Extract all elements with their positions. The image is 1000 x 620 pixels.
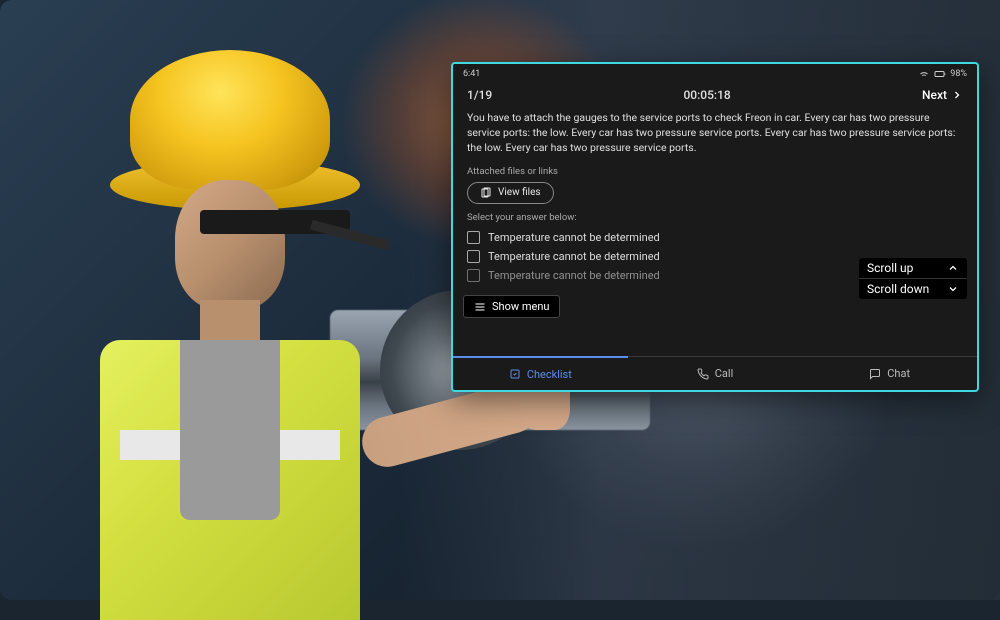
battery-icon (934, 68, 946, 80)
checklist-icon (509, 368, 521, 380)
attached-files-label: Attached files or links (467, 166, 963, 177)
step-progress: 1/19 (467, 88, 492, 102)
wifi-icon (918, 68, 930, 80)
chat-icon (869, 368, 881, 380)
tab-checklist[interactable]: Checklist (453, 356, 628, 390)
phone-icon (697, 368, 709, 380)
scroll-down-button[interactable]: Scroll down (859, 278, 967, 299)
answer-option-label: Temperature cannot be determined (488, 269, 660, 282)
answer-option-label: Temperature cannot be determined (488, 231, 660, 244)
scroll-down-label: Scroll down (867, 282, 929, 296)
elapsed-timer: 00:05:18 (683, 88, 730, 102)
tab-chat-label: Chat (887, 367, 910, 380)
show-menu-label: Show menu (492, 300, 549, 313)
tab-call-label: Call (715, 367, 734, 380)
view-files-button[interactable]: View files (467, 182, 554, 204)
scroll-hint: Scroll up Scroll down (859, 258, 967, 299)
topbar: 1/19 00:05:18 Next (453, 82, 977, 110)
status-bar: 6:41 98% (453, 64, 977, 82)
chevron-up-icon (947, 262, 959, 274)
checkbox-icon[interactable] (467, 269, 480, 282)
tab-call[interactable]: Call (628, 357, 803, 390)
checkbox-icon[interactable] (467, 231, 480, 244)
scroll-up-label: Scroll up (867, 261, 913, 275)
worker-head (175, 180, 285, 310)
instruction-text: You have to attach the gauges to the ser… (467, 110, 963, 156)
answer-section-label: Select your answer below: (467, 212, 963, 223)
next-button-label: Next (922, 88, 947, 102)
content-area: You have to attach the gauges to the ser… (453, 110, 977, 356)
chevron-down-icon (947, 283, 959, 295)
glasses-arm (310, 220, 390, 250)
files-icon (480, 187, 492, 199)
next-button[interactable]: Next (922, 88, 963, 102)
battery-pct: 98% (950, 69, 967, 79)
ar-overlay-panel: 6:41 98% 1/19 00:05:18 Next You have to … (451, 62, 979, 392)
worker-tshirt (180, 340, 280, 520)
hardhat (130, 50, 330, 190)
bottom-tab-bar: Checklist Call Chat (453, 356, 977, 390)
tab-chat[interactable]: Chat (802, 357, 977, 390)
menu-icon (474, 301, 486, 313)
chevron-right-icon (951, 89, 963, 101)
show-menu-button[interactable]: Show menu (463, 295, 560, 318)
worker-figure (30, 50, 410, 610)
answer-option-label: Temperature cannot be determined (488, 250, 660, 263)
checkbox-icon[interactable] (467, 250, 480, 263)
status-time: 6:41 (463, 69, 480, 79)
view-files-label: View files (498, 187, 541, 198)
tab-checklist-label: Checklist (527, 368, 572, 381)
answer-option[interactable]: Temperature cannot be determined (467, 228, 963, 247)
scroll-up-button[interactable]: Scroll up (859, 258, 967, 278)
